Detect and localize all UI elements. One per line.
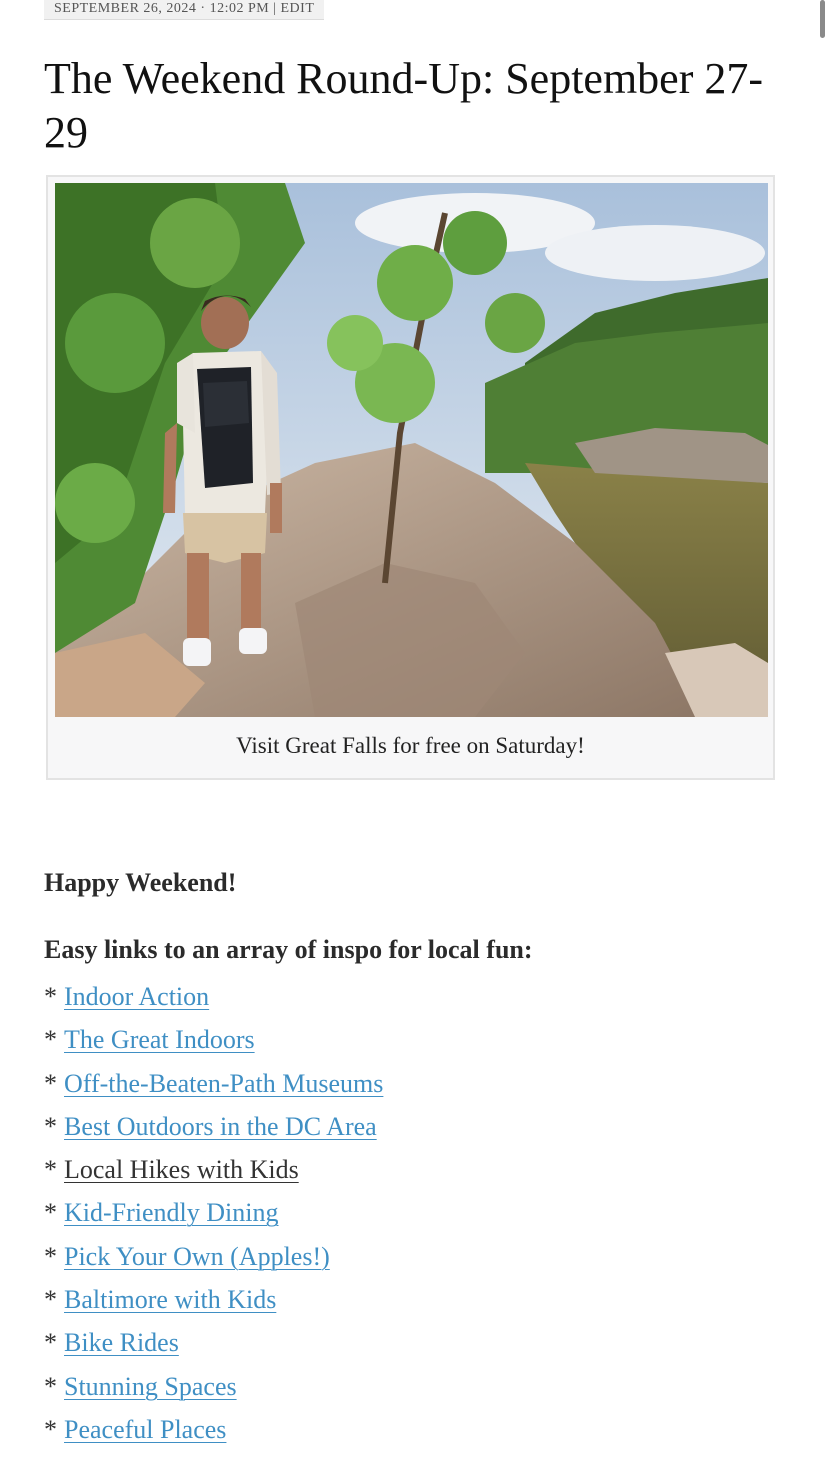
list-item: * The Great Indoors	[44, 1023, 383, 1066]
link-stunning-spaces[interactable]: Stunning Spaces	[64, 1372, 237, 1401]
list-item: * Baltimore with Kids	[44, 1283, 383, 1326]
bullet: *	[44, 1198, 57, 1228]
hiker-photo[interactable]	[55, 183, 768, 717]
scrollbar[interactable]	[820, 0, 825, 38]
greeting-heading: Happy Weekend!	[44, 868, 237, 897]
link-pick-your-own[interactable]: Pick Your Own (Apples!)	[64, 1242, 330, 1271]
link-museums[interactable]: Off-the-Beaten-Path Museums	[64, 1069, 383, 1098]
post-title: The Weekend Round-Up: September 27-29	[44, 54, 764, 157]
links-intro: Easy links to an array of inspo for loca…	[44, 935, 533, 964]
link-peaceful-places[interactable]: Peaceful Places	[64, 1415, 226, 1444]
list-item: * Local Hikes with Kids	[44, 1153, 383, 1196]
bullet: *	[44, 1285, 57, 1315]
link-bike-rides[interactable]: Bike Rides	[64, 1328, 179, 1357]
list-item: * Peaceful Places	[44, 1413, 383, 1456]
link-the-great-indoors[interactable]: The Great Indoors	[64, 1025, 255, 1054]
bullet: *	[44, 1371, 57, 1401]
list-item: * Pick Your Own (Apples!)	[44, 1240, 383, 1283]
link-best-outdoors[interactable]: Best Outdoors in the DC Area	[64, 1112, 377, 1141]
list-item: * Off-the-Beaten-Path Museums	[44, 1067, 383, 1110]
bullet: *	[44, 982, 57, 1011]
link-indoor-action[interactable]: Indoor Action	[64, 982, 209, 1011]
bullet: *	[44, 1155, 57, 1185]
bullet: *	[44, 1025, 57, 1055]
bullet: *	[44, 1414, 57, 1444]
bullet: *	[44, 1068, 57, 1098]
featured-figure: Visit Great Falls for free on Saturday!	[46, 175, 775, 780]
list-item: * Best Outdoors in the DC Area	[44, 1110, 383, 1153]
link-baltimore-with-kids[interactable]: Baltimore with Kids	[64, 1285, 276, 1314]
list-item: * Bike Rides	[44, 1326, 383, 1369]
bullet: *	[44, 1111, 57, 1141]
image-caption: Visit Great Falls for free on Saturday!	[236, 733, 585, 758]
list-item: * Indoor Action	[44, 980, 383, 1023]
list-item: * Kid-Friendly Dining	[44, 1196, 383, 1239]
bullet: *	[44, 1241, 57, 1271]
link-local-hikes[interactable]: Local Hikes with Kids	[64, 1155, 299, 1184]
post-meta: SEPTEMBER 26, 2024 · 12:02 PM | EDIT	[44, 0, 325, 20]
link-kid-friendly-dining[interactable]: Kid-Friendly Dining	[64, 1198, 279, 1227]
inspo-links-list: * Indoor Action * The Great Indoors * Off-t…	[44, 980, 383, 1456]
bullet: *	[44, 1328, 57, 1358]
list-item: * Stunning Spaces	[44, 1370, 383, 1413]
